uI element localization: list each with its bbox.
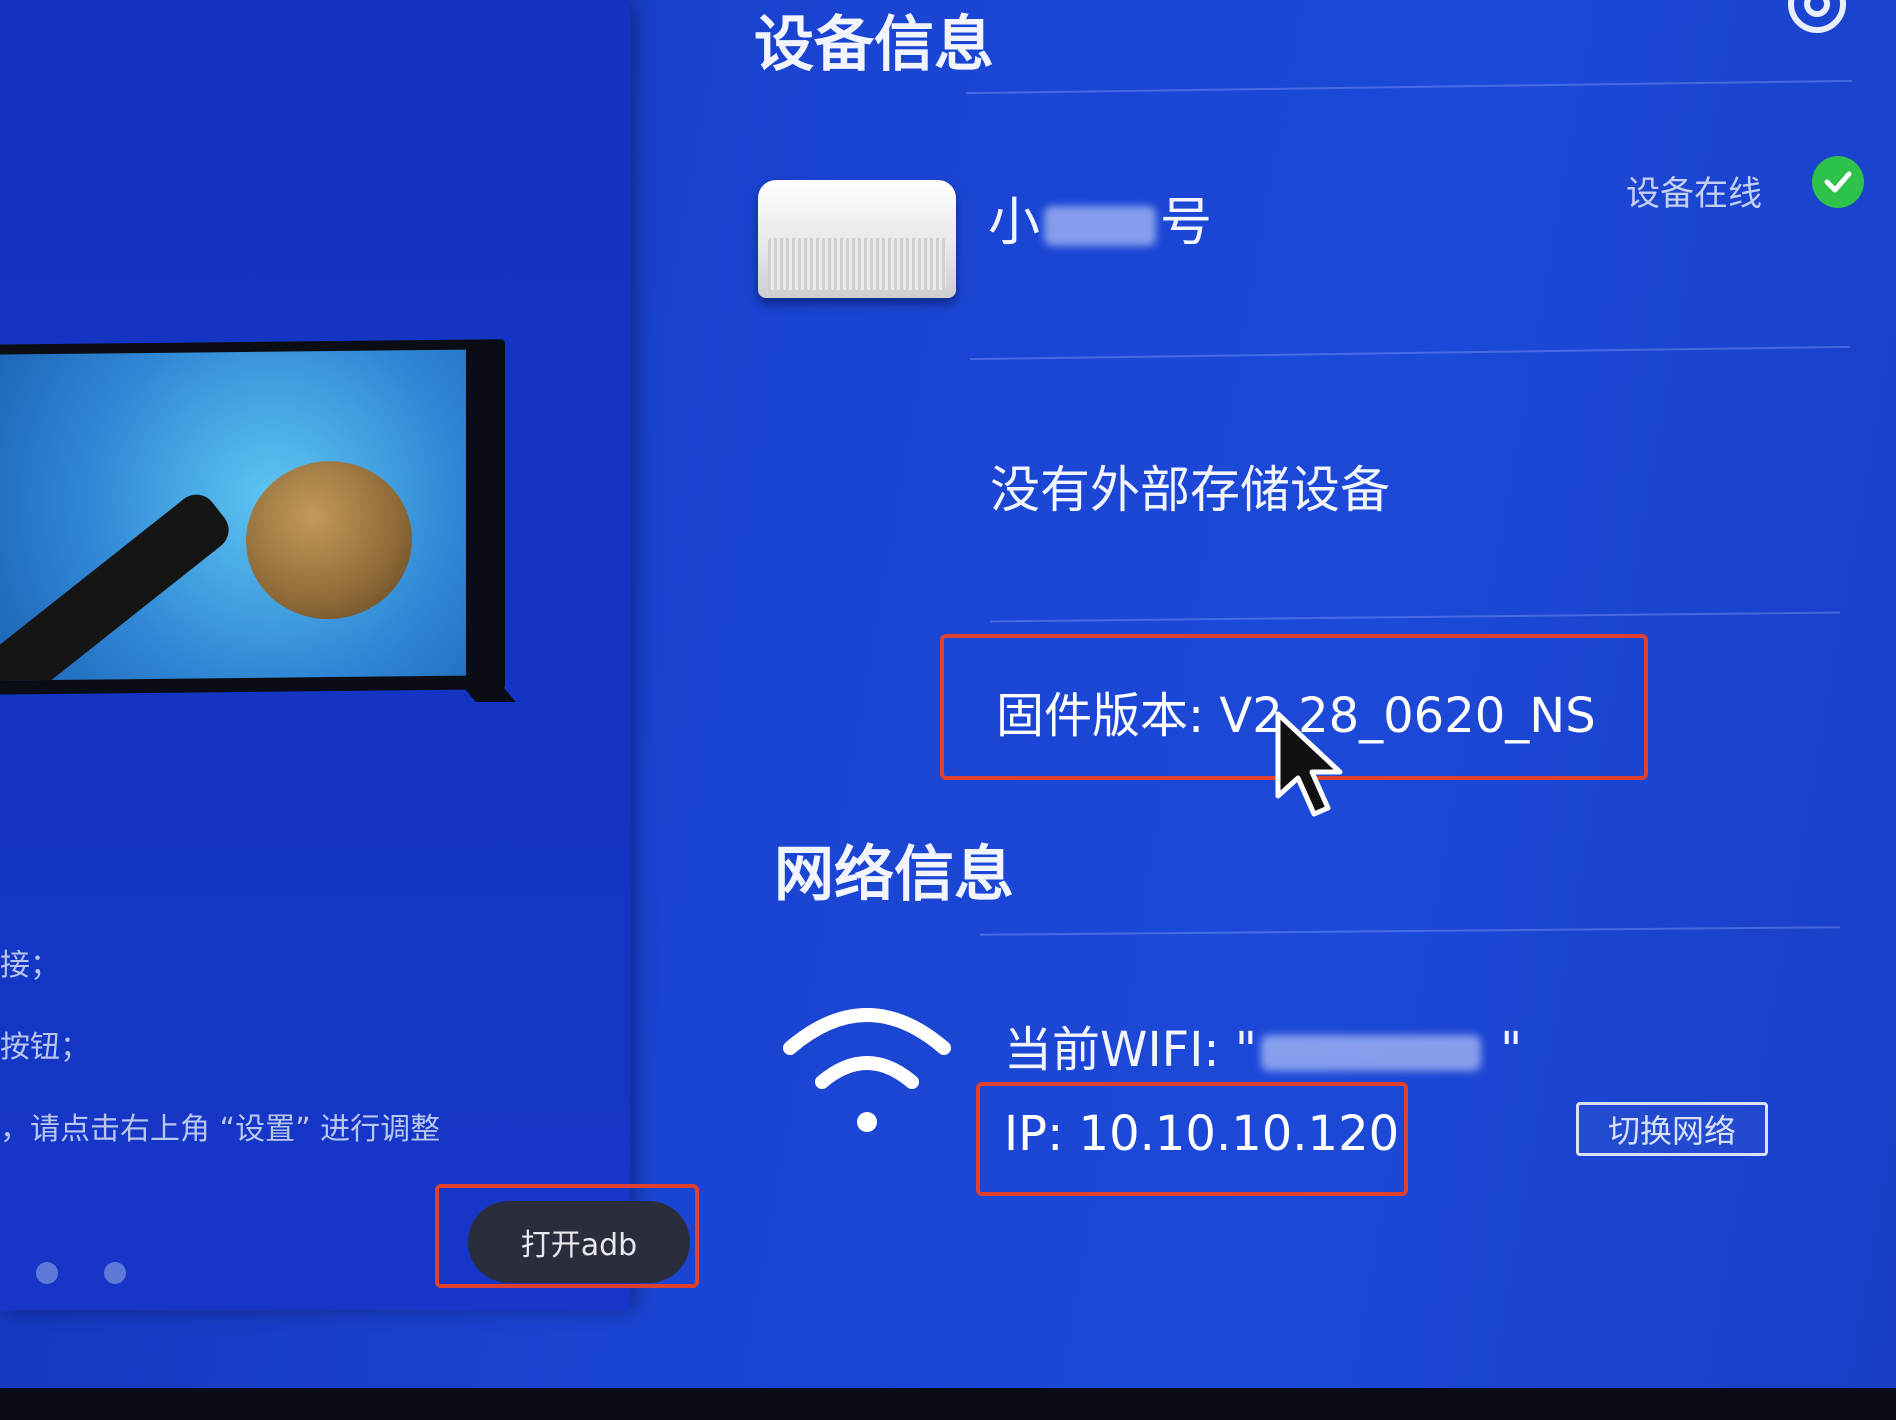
storage-status: 没有外部存储设备 bbox=[990, 461, 1390, 519]
hint-line-3: ，请点击右上角 “设置” 进行调整 bbox=[0, 1112, 441, 1147]
mouse-cursor-icon bbox=[1275, 711, 1343, 817]
open-adb-toast: 打开adb bbox=[468, 1201, 690, 1283]
device-image bbox=[758, 180, 956, 298]
hint-line-1: 接； bbox=[0, 948, 60, 983]
redacted-name bbox=[1044, 206, 1157, 246]
device-name-suffix: 号 bbox=[1160, 193, 1213, 253]
gear-icon[interactable] bbox=[1782, 0, 1852, 44]
tv-illustration-screen bbox=[0, 349, 466, 681]
device-online-status: 设备在线 bbox=[1626, 174, 1762, 214]
switch-network-button[interactable]: 切换网络 bbox=[1576, 1102, 1768, 1156]
ip-address: IP: 10.10.10.120 bbox=[1004, 1106, 1400, 1162]
device-name-prefix: 小 bbox=[988, 193, 1041, 253]
device-info-title: 设备信息 bbox=[754, 10, 994, 80]
illustration-ball bbox=[246, 460, 412, 620]
tv-illustration bbox=[0, 339, 505, 695]
tv-illustration-stand bbox=[464, 688, 516, 702]
left-guide-panel: 接； 按钮； ，请点击右上角 “设置” 进行调整 bbox=[0, 0, 630, 1310]
device-name: 小号 bbox=[988, 180, 1212, 255]
page-dot[interactable] bbox=[36, 1262, 58, 1284]
check-icon bbox=[1824, 171, 1852, 193]
current-wifi: 当前WIFI: " " bbox=[1004, 1010, 1522, 1080]
illustration-arm bbox=[0, 486, 237, 681]
page-indicator bbox=[36, 1262, 172, 1288]
hint-line-2: 按钮； bbox=[0, 1030, 90, 1065]
tv-bezel bbox=[0, 1388, 1896, 1420]
redacted-ssid bbox=[1260, 1035, 1481, 1071]
wifi-label-end: " bbox=[1484, 1022, 1523, 1078]
wifi-icon bbox=[783, 1008, 951, 1132]
wifi-label: 当前WIFI: " bbox=[1004, 1022, 1257, 1078]
network-info-title: 网络信息 bbox=[774, 840, 1014, 910]
device-grille bbox=[768, 238, 946, 290]
page-dot[interactable] bbox=[104, 1262, 126, 1284]
check-circle-icon bbox=[1812, 156, 1864, 208]
